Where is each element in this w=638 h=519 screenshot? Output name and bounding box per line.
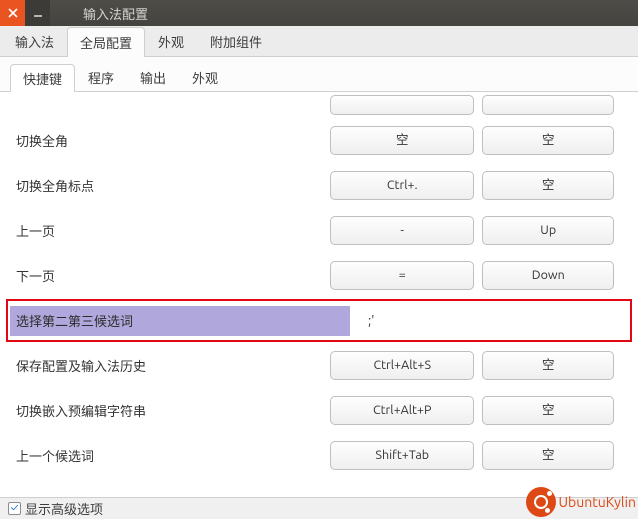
tab-appearance[interactable]: 外观 bbox=[145, 26, 197, 56]
hotkey-button-secondary[interactable]: 空 bbox=[482, 126, 614, 155]
window-title: 输入法配置 bbox=[83, 4, 148, 23]
hotkey-button-secondary[interactable]: Up bbox=[482, 216, 614, 245]
window-minimize-button[interactable] bbox=[25, 0, 50, 26]
setting-label: 上一个候选词 bbox=[10, 446, 330, 465]
setting-row: 下一页 = Down bbox=[10, 253, 628, 298]
setting-label: 切换全角标点 bbox=[10, 176, 330, 195]
setting-row: 切换全角标点 Ctrl+. 空 bbox=[10, 163, 628, 208]
close-icon bbox=[7, 7, 19, 19]
subtab-appearance[interactable]: 外观 bbox=[179, 63, 231, 91]
tab-global-config[interactable]: 全局配置 bbox=[67, 27, 145, 57]
setting-label: 切换嵌入预编辑字符串 bbox=[10, 401, 330, 420]
hotkey-button-secondary[interactable]: Down bbox=[482, 261, 614, 290]
setting-label: 切换全角 bbox=[10, 131, 330, 150]
setting-row: 上一页 - Up bbox=[10, 208, 628, 253]
setting-row: 切换全角 空 空 bbox=[10, 118, 628, 163]
hotkey-button-primary[interactable]: - bbox=[330, 216, 474, 245]
hotkey-button-primary[interactable]: Ctrl+Alt+S bbox=[330, 351, 474, 380]
setting-label[interactable]: 选择第二第三候选词 bbox=[10, 306, 350, 336]
hotkey-button-secondary[interactable] bbox=[482, 95, 614, 115]
subtab-program[interactable]: 程序 bbox=[75, 63, 127, 91]
hotkey-button-secondary[interactable]: 空 bbox=[482, 171, 614, 200]
subtab-output[interactable]: 输出 bbox=[127, 63, 179, 91]
hotkey-button-secondary[interactable]: 空 bbox=[482, 351, 614, 380]
subtab-hotkey[interactable]: 快捷键 bbox=[10, 64, 75, 92]
hotkey-button-primary[interactable]: 空 bbox=[330, 126, 474, 155]
setting-label: 保存配置及输入法历史 bbox=[10, 356, 330, 375]
title-bar: 输入法配置 bbox=[0, 0, 638, 26]
tab-addons[interactable]: 附加组件 bbox=[197, 26, 275, 56]
hotkey-button-primary[interactable]: Shift+Tab bbox=[330, 441, 474, 470]
setting-label: 上一页 bbox=[10, 221, 330, 240]
advanced-options-label[interactable]: 显示高级选项 bbox=[25, 499, 103, 518]
hotkey-button-primary[interactable]: Ctrl+Alt+P bbox=[330, 396, 474, 425]
window-close-button[interactable] bbox=[0, 0, 25, 26]
tab-input-method[interactable]: 输入法 bbox=[2, 26, 67, 56]
check-icon: ✓ bbox=[11, 503, 19, 514]
setting-label-text: 选择第二第三候选词 bbox=[16, 311, 133, 330]
distro-logo: UbuntuKylin bbox=[526, 487, 636, 517]
advanced-options-checkbox[interactable]: ✓ bbox=[8, 502, 21, 515]
main-tabs: 输入法 全局配置 外观 附加组件 bbox=[0, 26, 638, 57]
distro-name: UbuntuKylin bbox=[558, 494, 636, 510]
ubuntu-icon bbox=[526, 487, 556, 517]
settings-list[interactable]: 切换全角 空 空 切换全角标点 Ctrl+. 空 上一页 - Up 下一页 = … bbox=[0, 92, 638, 500]
sub-tabs: 快捷键 程序 输出 外观 bbox=[0, 57, 638, 92]
setting-label: 下一页 bbox=[10, 266, 330, 285]
hotkey-button-primary[interactable] bbox=[330, 95, 474, 115]
setting-row-highlighted: 选择第二第三候选词 ;' bbox=[10, 298, 628, 343]
minimize-icon bbox=[32, 7, 44, 19]
setting-row: 保存配置及输入法历史 Ctrl+Alt+S 空 bbox=[10, 343, 628, 388]
hotkey-button-primary[interactable]: Ctrl+. bbox=[330, 171, 474, 200]
setting-row: 上一个候选词 Shift+Tab 空 bbox=[10, 433, 628, 478]
setting-row: 切换嵌入预编辑字符串 Ctrl+Alt+P 空 bbox=[10, 388, 628, 433]
setting-value: ;' bbox=[368, 314, 374, 328]
hotkey-button-primary[interactable]: = bbox=[330, 261, 474, 290]
setting-row bbox=[10, 92, 628, 118]
hotkey-button-secondary[interactable]: 空 bbox=[482, 441, 614, 470]
hotkey-button-secondary[interactable]: 空 bbox=[482, 396, 614, 425]
footer-bar: ✓ 显示高级选项 UbuntuKylin bbox=[0, 497, 638, 519]
